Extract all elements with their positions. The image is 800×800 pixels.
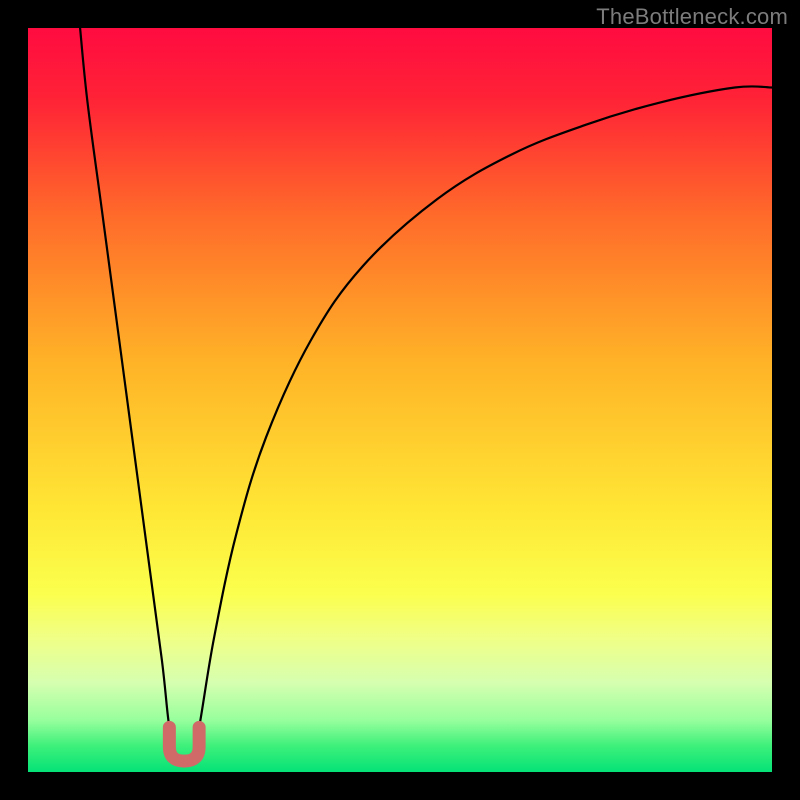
chart-frame: TheBottleneck.com <box>0 0 800 800</box>
chart-svg <box>28 28 772 772</box>
watermark-label: TheBottleneck.com <box>596 4 788 30</box>
plot-area <box>28 28 772 772</box>
gradient-bg <box>28 28 772 772</box>
